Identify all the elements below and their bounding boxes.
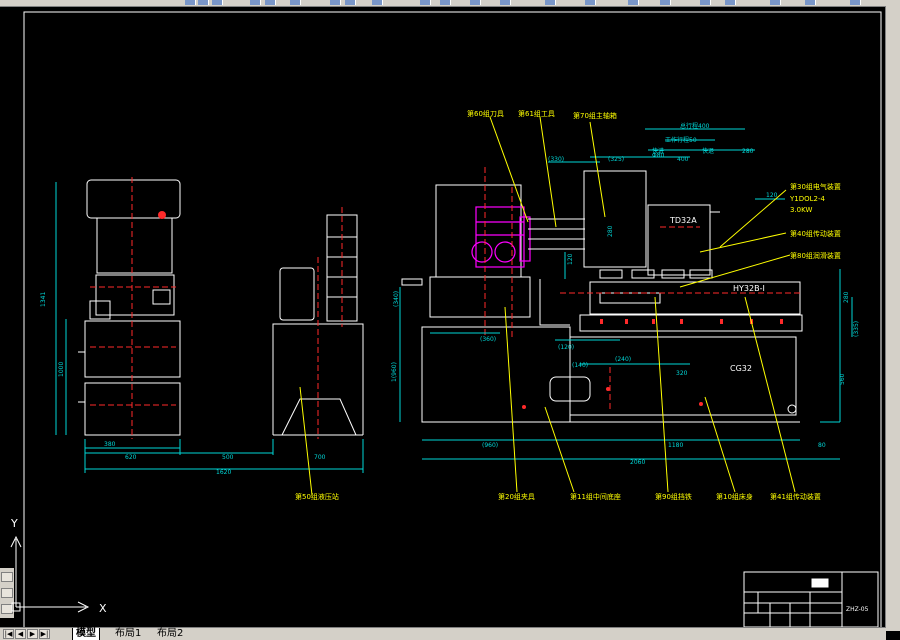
svg-text:280: 280	[843, 291, 850, 303]
svg-text:Y1DOL2-4: Y1DOL2-4	[789, 195, 826, 203]
toolbar-icon[interactable]	[198, 0, 209, 5]
toolbar-icon[interactable]	[440, 0, 451, 5]
toolbar-icon[interactable]	[420, 0, 431, 5]
svg-text:(240): (240)	[615, 356, 631, 363]
toolbar-icon[interactable]	[290, 0, 301, 5]
leader-lines	[299, 116, 796, 496]
tool-spindles	[528, 218, 585, 250]
toolbar-icon[interactable]	[725, 0, 736, 5]
svg-text:第20组夹具: 第20组夹具	[498, 492, 535, 501]
svg-text:Φ80: Φ80	[652, 152, 665, 159]
svg-text:第40组传动装置: 第40组传动装置	[790, 229, 841, 238]
svg-text:1620: 1620	[216, 469, 231, 476]
machine-main-view	[401, 170, 803, 423]
toolbar-icon[interactable]	[805, 0, 816, 5]
toolbar-icon[interactable]	[585, 0, 596, 5]
toolbar-icon[interactable]	[660, 0, 671, 5]
toolbar-icon[interactable]	[345, 0, 356, 5]
svg-text:3.0KW: 3.0KW	[790, 206, 812, 214]
svg-text:快退: 快退	[702, 147, 714, 155]
svg-text:工作行程50: 工作行程50	[665, 136, 697, 144]
ucs-icon	[10, 535, 90, 613]
svg-text:第11组中间底座: 第11组中间底座	[570, 492, 621, 501]
svg-text:CG32: CG32	[730, 364, 752, 373]
svg-text:(335): (335)	[853, 321, 860, 337]
title-block	[743, 571, 879, 627]
svg-text:560: 560	[839, 373, 846, 385]
svg-text:第41组传动装置: 第41组传动装置	[770, 492, 821, 501]
svg-text:(120): (120)	[558, 344, 574, 351]
svg-text:(960): (960)	[482, 442, 498, 449]
toolbar-icon[interactable]	[330, 0, 341, 5]
svg-text:HY32B-I: HY32B-I	[733, 284, 765, 293]
svg-text:500: 500	[222, 454, 234, 461]
toolbar-icon[interactable]	[700, 0, 711, 5]
leader-texts: 第60组刀具 第61组工具 第70组主轴箱 第30组电气装置 Y1DOL2-4 …	[295, 109, 841, 501]
toolbar-icon[interactable]	[500, 0, 511, 5]
toolbar-icon[interactable]	[185, 0, 196, 5]
layout-tabs-bar: |◀ ◀ ▶ ▶| 模型 布局1 布局2	[0, 627, 886, 640]
toolbar-icon[interactable]	[850, 0, 861, 5]
toolbar-icon[interactable]	[470, 0, 481, 5]
tab-next-button[interactable]: ▶	[27, 629, 38, 639]
toolbar-icon[interactable]	[770, 0, 781, 5]
svg-text:1180: 1180	[668, 442, 683, 449]
drawing-canvas[interactable]: 1341 1000 (340) 1(960) (120) (140) 120 2…	[0, 7, 886, 627]
svg-text:(360): (360)	[480, 336, 496, 343]
tab-first-button[interactable]: |◀	[3, 629, 14, 639]
svg-text:第61组工具: 第61组工具	[518, 109, 555, 118]
toolbar-icon[interactable]	[250, 0, 261, 5]
svg-text:第70组主轴箱: 第70组主轴箱	[573, 111, 617, 120]
tab-layout-1[interactable]: 布局1	[112, 628, 144, 640]
svg-text:280: 280	[607, 225, 614, 237]
svg-text:(325): (325)	[608, 156, 624, 163]
svg-text:1000: 1000	[58, 362, 65, 377]
svg-text:第10组床身: 第10组床身	[716, 492, 753, 501]
ucs-y-label: Y	[10, 517, 18, 530]
hydraulic-port	[158, 211, 166, 219]
svg-text:第60组刀具: 第60组刀具	[467, 109, 504, 118]
dimension-lines	[55, 128, 853, 473]
svg-text:120: 120	[567, 253, 574, 265]
toolbar-strip	[0, 0, 900, 7]
svg-text:80: 80	[818, 442, 826, 449]
svg-text:总行程400: 总行程400	[680, 122, 710, 130]
svg-text:700: 700	[314, 454, 326, 461]
toolbar-icon[interactable]	[372, 0, 383, 5]
svg-text:2060: 2060	[630, 459, 645, 466]
svg-text:第80组润滑装置: 第80组润滑装置	[790, 251, 841, 260]
tab-prev-button[interactable]: ◀	[15, 629, 26, 639]
svg-text:1(960): 1(960)	[391, 362, 398, 382]
tab-model[interactable]: 模型	[72, 628, 100, 640]
svg-text:400: 400	[677, 156, 689, 163]
tab-layout-2[interactable]: 布局2	[154, 628, 186, 640]
svg-text:TD32A: TD32A	[669, 216, 697, 225]
part-labels: TD32A HY32B-I CG32	[669, 216, 765, 373]
svg-text:280: 280	[742, 148, 754, 155]
svg-text:(140): (140)	[572, 362, 588, 369]
vertical-scrollbar[interactable]	[885, 6, 900, 631]
toolbar-icon[interactable]	[212, 0, 223, 5]
svg-text:第30组电气装置: 第30组电气装置	[790, 182, 841, 191]
svg-text:第50组液压站: 第50组液压站	[295, 492, 339, 501]
center-lines-middle	[317, 207, 343, 439]
hydraulic-station-view	[78, 179, 181, 436]
svg-text:(330): (330)	[548, 156, 564, 163]
dimension-texts: 1341 1000 (340) 1(960) (120) (140) 120 2…	[40, 122, 860, 476]
svg-text:380: 380	[104, 441, 116, 448]
tab-last-button[interactable]: ▶|	[39, 629, 50, 639]
svg-text:120: 120	[766, 192, 778, 199]
toolbar-icon[interactable]	[545, 0, 556, 5]
svg-text:620: 620	[125, 454, 137, 461]
drawing-number: ZHZ-05	[846, 606, 869, 613]
svg-text:(340): (340)	[393, 291, 400, 307]
svg-text:320: 320	[676, 370, 688, 377]
ucs-x-label: X	[99, 602, 107, 615]
svg-text:1341: 1341	[40, 292, 47, 307]
toolbar-icon[interactable]	[628, 0, 639, 5]
svg-text:第90组挡铁: 第90组挡铁	[655, 492, 692, 501]
toolbar-icon[interactable]	[265, 0, 276, 5]
